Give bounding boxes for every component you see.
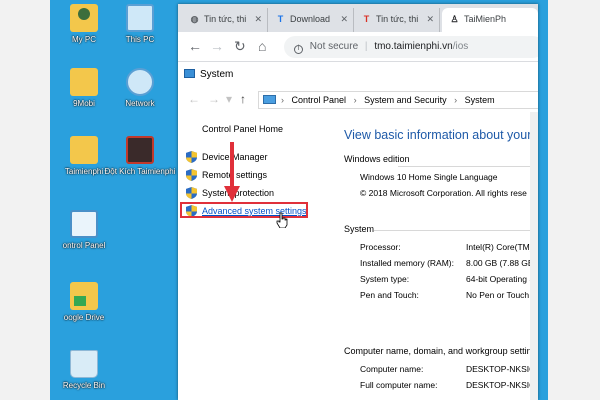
desktop-icon-label: This PC — [125, 35, 155, 44]
desktop-icon-control-panel[interactable]: ontrol Panel — [44, 210, 124, 250]
section-title: System — [344, 224, 375, 234]
close-icon[interactable]: ✕ — [426, 14, 434, 25]
breadcrumb-item[interactable]: Control Panel — [292, 95, 347, 105]
hand-cursor-icon — [276, 212, 288, 228]
control-panel-home-link[interactable]: Control Panel Home — [202, 124, 283, 134]
close-icon[interactable]: ✕ — [340, 14, 348, 25]
breadcrumb-item[interactable]: System and Security — [364, 95, 447, 105]
row-label: Processor: — [360, 242, 401, 252]
shield-icon — [186, 151, 197, 163]
google-drive-icon — [70, 282, 98, 310]
row-value: 8.00 GB (7.88 GB u — [466, 258, 538, 268]
tab-title: Tin tức, thi — [204, 14, 247, 24]
window-title-bar: System — [178, 62, 538, 86]
user-folder-icon — [70, 4, 98, 32]
window-title: System — [200, 69, 234, 80]
right-frame — [548, 0, 600, 400]
browser-toolbar: ← → ↻ ⌂ i Not secure | tmo.taimienphi.vn… — [178, 32, 538, 62]
row-label: Pen and Touch: — [360, 290, 419, 300]
tab-bar: ◍ Tin tức, thi ✕ T Download ✕ T Tin tức,… — [178, 4, 538, 32]
desktop-icon-label: Network — [125, 99, 155, 108]
desktop-icon-recycle-bin[interactable]: Recycle Bin — [44, 350, 124, 390]
desktop-icon-label: Recycle Bin — [62, 381, 106, 390]
folder-icon — [70, 136, 98, 164]
row-value: DESKTOP-NKSIQ8 — [466, 364, 538, 374]
copyright-text: © 2018 Microsoft Corporation. All rights… — [360, 188, 527, 198]
back-arrow-icon[interactable]: ← — [188, 39, 202, 53]
t-icon-red: T — [363, 14, 370, 24]
desktop-icon-google-drive[interactable]: oogle Drive — [44, 282, 124, 322]
row-value: 64-bit Operating S — [466, 274, 535, 284]
browser-tab[interactable]: T Tin tức, thi ✕ — [354, 8, 440, 32]
shield-icon — [186, 187, 197, 199]
desktop-icon-this-pc[interactable]: This PC — [100, 4, 180, 44]
home-icon[interactable]: ⌂ — [258, 39, 266, 53]
close-icon[interactable]: ✕ — [254, 14, 262, 25]
shield-icon — [186, 169, 197, 181]
dropdown-icon[interactable]: ▾ — [226, 92, 232, 106]
row-label: Installed memory (RAM): — [360, 258, 454, 268]
scrollbar[interactable] — [530, 112, 538, 400]
browser-tab[interactable]: ◍ Tin tức, thi ✕ — [182, 8, 268, 32]
back-arrow-icon[interactable]: ← — [188, 92, 200, 106]
red-arrow-annotation — [224, 142, 240, 202]
tab-title: TaiMienPh — [464, 14, 507, 24]
breadcrumb-item[interactable]: System — [465, 95, 495, 105]
desktop-icon-label: Đột Kích Taimienphi — [104, 167, 176, 176]
t-icon: T — [277, 14, 284, 24]
tab-title: Tin tức, thi — [376, 14, 419, 24]
section-title: Computer name, domain, and workgroup set… — [344, 346, 538, 356]
desktop-icon-label: oogle Drive — [63, 313, 105, 322]
row-value: No Pen or Touch I — [466, 290, 534, 300]
folder-icon — [70, 68, 98, 96]
browser-tab-active[interactable]: ♙ TaiMienPh — [442, 8, 538, 32]
tab-title: Download — [290, 14, 331, 24]
address-bar[interactable]: i Not secure | tmo.taimienphi.vn/ios — [284, 36, 538, 58]
left-frame — [0, 0, 50, 400]
system-window: System ← → ▾ ↑ › Control Panel › System … — [178, 62, 538, 400]
taimienphi-icon: ♙ — [450, 14, 459, 24]
row-label: Computer name: — [360, 364, 424, 374]
globe-icon: ◍ — [190, 14, 199, 24]
up-arrow-icon[interactable]: ↑ — [240, 92, 246, 106]
desktop-icon-label: ontrol Panel — [62, 241, 106, 250]
explorer-address-bar: ← → ▾ ↑ › Control Panel › System and Sec… — [178, 86, 538, 112]
divider — [398, 166, 538, 167]
control-panel-icon — [70, 210, 98, 238]
control-panel-icon — [263, 95, 276, 104]
network-icon — [126, 68, 154, 96]
forward-arrow-icon[interactable]: → — [208, 92, 220, 106]
divider — [374, 230, 538, 231]
system-window-icon — [184, 69, 195, 78]
forward-arrow-icon[interactable]: → — [210, 39, 224, 53]
section-title: Windows edition — [344, 154, 410, 164]
reload-icon[interactable]: ↻ — [234, 39, 246, 53]
breadcrumb[interactable]: › Control Panel › System and Security › … — [258, 91, 538, 109]
desktop-icon-network[interactable]: Network — [100, 68, 180, 108]
left-pane: Control Panel Home Device Manager Remote… — [178, 112, 338, 392]
info-icon[interactable]: i — [294, 45, 303, 54]
computer-icon — [126, 4, 154, 32]
highlight-box — [180, 202, 308, 218]
browser-tab[interactable]: T Download ✕ — [268, 8, 354, 32]
page-heading: View basic information about your c — [344, 128, 538, 142]
url-text: tmo.taimienphi.vn/ios — [374, 41, 469, 52]
row-label: System type: — [360, 274, 410, 284]
row-label: Full computer name: — [360, 380, 438, 390]
recycle-bin-icon — [70, 350, 98, 378]
desktop-icon-dot-kich[interactable]: Đột Kích Taimienphi — [100, 136, 180, 177]
game-icon — [126, 136, 154, 164]
row-value: DESKTOP-NKSIQ8 — [466, 380, 538, 390]
right-pane: View basic information about your c Wind… — [338, 112, 538, 400]
security-status: Not secure — [309, 41, 359, 52]
browser-window: ◍ Tin tức, thi ✕ T Download ✕ T Tin tức,… — [178, 4, 538, 400]
edition-text: Windows 10 Home Single Language — [360, 172, 498, 182]
row-value: Intel(R) Core(TM) — [466, 242, 533, 252]
